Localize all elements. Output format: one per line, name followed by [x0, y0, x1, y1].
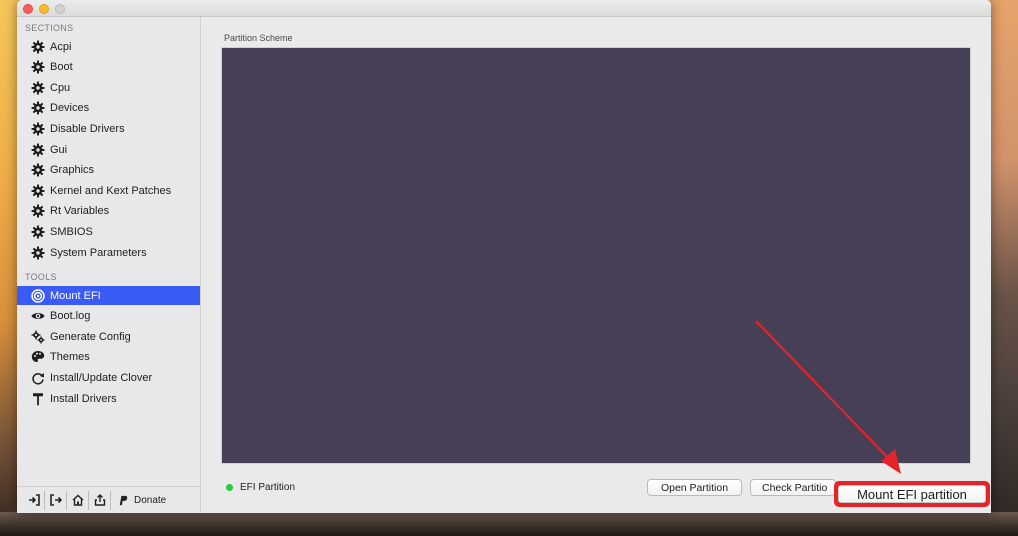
sidebar-item-label: Cpu: [50, 81, 71, 94]
paypal-icon: [119, 495, 128, 505]
sidebar-item-graphics[interactable]: Graphics: [17, 161, 200, 180]
import-button[interactable]: [23, 490, 45, 510]
sidebar-item-label: Kernel and Kext Patches: [50, 184, 172, 197]
check-partition-button[interactable]: Check Partitio: [750, 479, 836, 496]
gear-icon: [31, 60, 45, 74]
sidebar-item-label: Devices: [50, 102, 90, 115]
sidebar-item-smbios[interactable]: SMBIOS: [17, 222, 200, 241]
sidebar-item-label: Rt Variables: [50, 205, 110, 218]
title-bar: [17, 0, 991, 17]
sidebar-tool-install-update-clover[interactable]: Install/Update Clover: [17, 368, 200, 387]
sidebar-item-label: Install/Update Clover: [50, 371, 153, 384]
sidebar-tool-boot-log[interactable]: Boot.log: [17, 307, 200, 326]
sections-header: SECTIONS: [25, 23, 74, 33]
partition-scheme-label: Partition Scheme: [224, 33, 293, 43]
palette-icon: [31, 350, 45, 364]
close-window-button[interactable]: [23, 4, 33, 14]
share-icon: [94, 494, 105, 506]
eye-icon: [31, 309, 45, 323]
sidebar-item-kernel-and-kext-patches[interactable]: Kernel and Kext Patches: [17, 181, 200, 200]
sidebar-item-cpu[interactable]: Cpu: [17, 78, 200, 97]
wallpaper-bottom-edge: [0, 512, 1018, 536]
minimize-window-button[interactable]: [39, 4, 49, 14]
gear-icon: [31, 204, 45, 218]
sidebar-item-label: Gui: [50, 143, 68, 156]
sidebar-item-gui[interactable]: Gui: [17, 140, 200, 159]
sidebar-tool-themes[interactable]: Themes: [17, 348, 200, 367]
sidebar-item-system-parameters[interactable]: System Parameters: [17, 243, 200, 262]
sidebar-item-acpi[interactable]: Acpi: [17, 37, 200, 56]
share-button[interactable]: [89, 490, 111, 510]
main-panel: Partition Scheme EFI Partition Open Part…: [202, 17, 991, 513]
sidebar-item-label: Acpi: [50, 40, 72, 53]
wallpaper-right-edge: [990, 0, 1018, 536]
gear-icon: [31, 40, 45, 54]
sidebar-item-label: SMBIOS: [50, 225, 93, 238]
wallpaper-left-edge: [0, 0, 17, 536]
app-window: SECTIONS Acpi Boot Cpu Devices Disable Drive…: [17, 0, 991, 513]
sidebar-item-label: Mount EFI: [50, 289, 101, 302]
sidebar-tool-mount-efi[interactable]: Mount EFI: [17, 286, 200, 305]
gear-icon: [31, 184, 45, 198]
gear-icon: [31, 163, 45, 177]
tools-header: TOOLS: [25, 272, 57, 282]
gear-icon: [31, 101, 45, 115]
sidebar-item-label: Install Drivers: [50, 392, 117, 405]
gears-icon: [31, 330, 45, 344]
open-partition-button[interactable]: Open Partition: [647, 479, 742, 496]
sidebar-item-label: Boot.log: [50, 310, 91, 323]
zoom-window-button[interactable]: [55, 4, 65, 14]
target-icon: [31, 288, 45, 303]
sidebar-tool-generate-config[interactable]: Generate Config: [17, 327, 200, 346]
gear-icon: [31, 122, 45, 136]
efi-status-dot: [226, 484, 233, 491]
sidebar-item-label: Disable Drivers: [50, 122, 125, 135]
import-icon: [28, 494, 40, 506]
sidebar-item-disable-drivers[interactable]: Disable Drivers: [17, 119, 200, 138]
export-button[interactable]: [45, 490, 67, 510]
sidebar-footer: Donate: [17, 486, 200, 513]
refresh-icon: [31, 371, 45, 385]
mount-efi-partition-label: Mount EFI partition: [838, 485, 986, 503]
home-icon: [72, 494, 83, 506]
sidebar: SECTIONS Acpi Boot Cpu Devices Disable Drive…: [17, 17, 201, 513]
sidebar-item-label: System Parameters: [50, 246, 147, 259]
export-icon: [49, 494, 62, 506]
gear-icon: [31, 143, 45, 157]
hammer-icon: [31, 392, 45, 406]
donate-button[interactable]: Donate: [111, 491, 166, 510]
gear-icon: [31, 225, 45, 239]
sidebar-item-label: Boot: [50, 61, 73, 74]
gear-icon: [31, 246, 45, 260]
sidebar-item-label: Generate Config: [50, 330, 131, 343]
sidebar-item-devices[interactable]: Devices: [17, 99, 200, 118]
home-button[interactable]: [67, 490, 89, 510]
efi-status-label: EFI Partition: [240, 482, 296, 493]
sidebar-tool-install-drivers[interactable]: Install Drivers: [17, 389, 200, 408]
sidebar-item-rt-variables[interactable]: Rt Variables: [17, 202, 200, 221]
sidebar-item-label: Themes: [50, 351, 90, 364]
donate-label: Donate: [134, 494, 167, 506]
partition-scheme-view[interactable]: [221, 47, 971, 464]
gear-icon: [31, 81, 45, 95]
sidebar-item-label: Graphics: [50, 164, 95, 177]
sidebar-item-boot[interactable]: Boot: [17, 58, 200, 77]
mount-efi-partition-button[interactable]: Mount EFI partition: [834, 481, 990, 507]
